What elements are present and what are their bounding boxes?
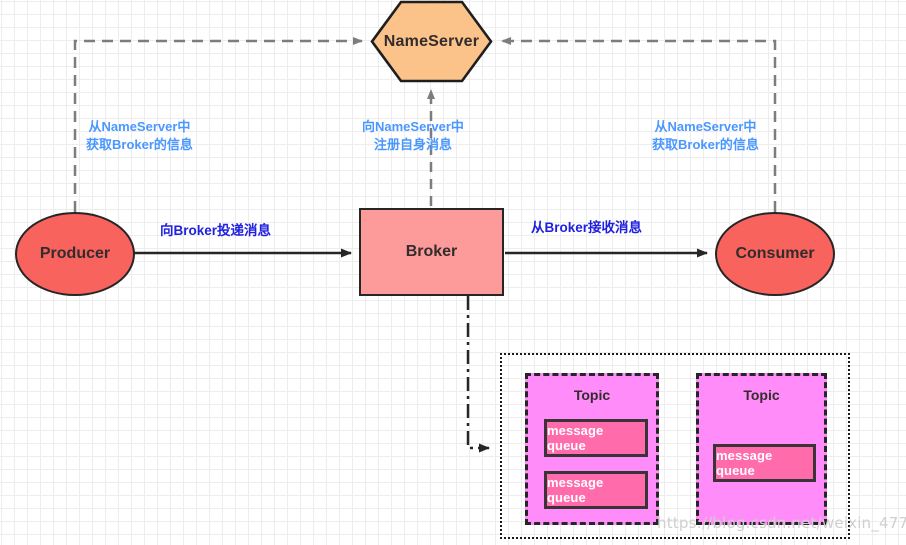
message-queue[interactable]: message queue xyxy=(544,419,648,457)
diagram-canvas: NameServer Producer Broker Consumer 从Nam… xyxy=(0,0,906,545)
edge-label-broker-to-nameserver: 向NameServer中 注册自身消息 xyxy=(362,119,464,152)
message-queue[interactable]: message queue xyxy=(544,471,648,509)
topic-box[interactable]: Topic message queue message queue xyxy=(525,373,659,525)
topic-title: Topic xyxy=(573,387,611,403)
node-nameserver-label: NameServer xyxy=(383,32,480,50)
topic-box[interactable]: Topic message queue xyxy=(696,373,827,525)
node-broker-label: Broker xyxy=(405,243,458,260)
edge-label-producer-to-nameserver: 从NameServer中 获取Broker的信息 xyxy=(86,119,193,152)
edge-label-consumer-to-nameserver: 从NameServer中 获取Broker的信息 xyxy=(652,119,759,152)
node-consumer[interactable]: Consumer xyxy=(715,212,835,296)
message-queue[interactable]: message queue xyxy=(713,444,816,482)
watermark-text: https://blog.csdn.net/weixin_47750853 xyxy=(657,514,906,532)
node-producer[interactable]: Producer xyxy=(15,212,135,296)
topic-title: Topic xyxy=(743,387,780,403)
edge-label-producer-to-broker: 向Broker投递消息 xyxy=(160,223,272,238)
edge-label-broker-to-consumer: 从Broker接收消息 xyxy=(531,220,643,235)
edge-broker-to-topics xyxy=(466,296,490,453)
node-consumer-label: Consumer xyxy=(735,245,815,262)
node-nameserver[interactable]: NameServer xyxy=(370,0,493,83)
node-broker[interactable]: Broker xyxy=(359,208,504,296)
node-producer-label: Producer xyxy=(39,245,111,262)
